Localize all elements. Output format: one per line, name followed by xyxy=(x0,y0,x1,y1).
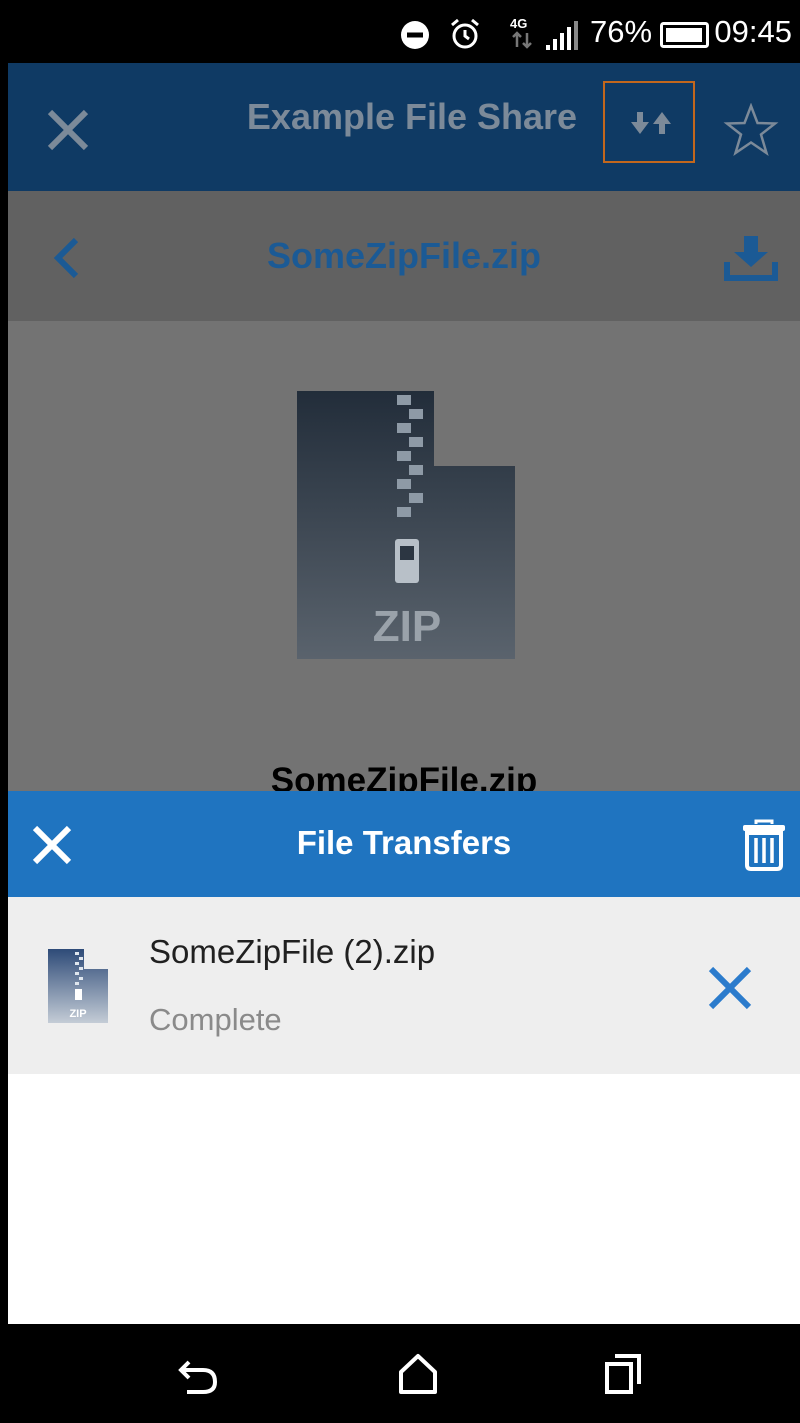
status-bar: 4G 76% 09:45 xyxy=(8,0,800,63)
home-icon[interactable] xyxy=(397,1352,439,1396)
preview-caption: SomeZipFile.zip xyxy=(270,761,538,791)
svg-text:ZIP: ZIP xyxy=(69,1008,86,1020)
file-toolbar: SomeZipFile.zip xyxy=(8,191,800,321)
transfer-file-name: SomeZipFile (2).zip xyxy=(149,933,436,970)
app-frame: 4G 76% 09:45 Example File Share SomeZipF… xyxy=(8,0,800,1423)
transfer-icon xyxy=(631,112,671,134)
svg-text:ZIP: ZIP xyxy=(373,602,441,651)
transfers-header: File Transfers xyxy=(8,791,800,897)
transfers-title: File Transfers xyxy=(296,824,512,861)
recents-icon[interactable] xyxy=(603,1352,643,1396)
zip-thumb-icon: ZIP xyxy=(48,949,108,1023)
trash-icon[interactable] xyxy=(741,819,787,871)
alarm-icon xyxy=(451,18,479,49)
status-time: 09:45 xyxy=(714,14,792,49)
transfer-status: Complete xyxy=(149,1002,282,1037)
do-not-disturb-icon xyxy=(401,21,429,49)
star-icon[interactable] xyxy=(723,103,779,157)
battery-icon xyxy=(660,22,709,48)
network-4g-icon: 4G xyxy=(510,16,532,49)
battery-percent: 76% xyxy=(590,14,653,49)
svg-text:4G: 4G xyxy=(510,16,527,31)
transfers-empty-space xyxy=(8,1074,800,1324)
system-nav-bar xyxy=(8,1324,800,1423)
signal-icon xyxy=(546,21,578,50)
transfer-item[interactable]: ZIP SomeZipFile (2).zip Complete xyxy=(8,897,800,1074)
download-icon[interactable] xyxy=(724,234,778,282)
app-header: Example File Share xyxy=(8,63,800,191)
remove-transfer-icon[interactable] xyxy=(706,964,754,1012)
file-title: SomeZipFile.zip xyxy=(266,235,542,276)
file-preview: ZIP SomeZipFile.zip xyxy=(8,321,800,791)
transfer-button[interactable] xyxy=(603,81,695,163)
back-icon[interactable] xyxy=(175,1356,221,1396)
zip-file-icon: ZIP xyxy=(297,391,515,659)
